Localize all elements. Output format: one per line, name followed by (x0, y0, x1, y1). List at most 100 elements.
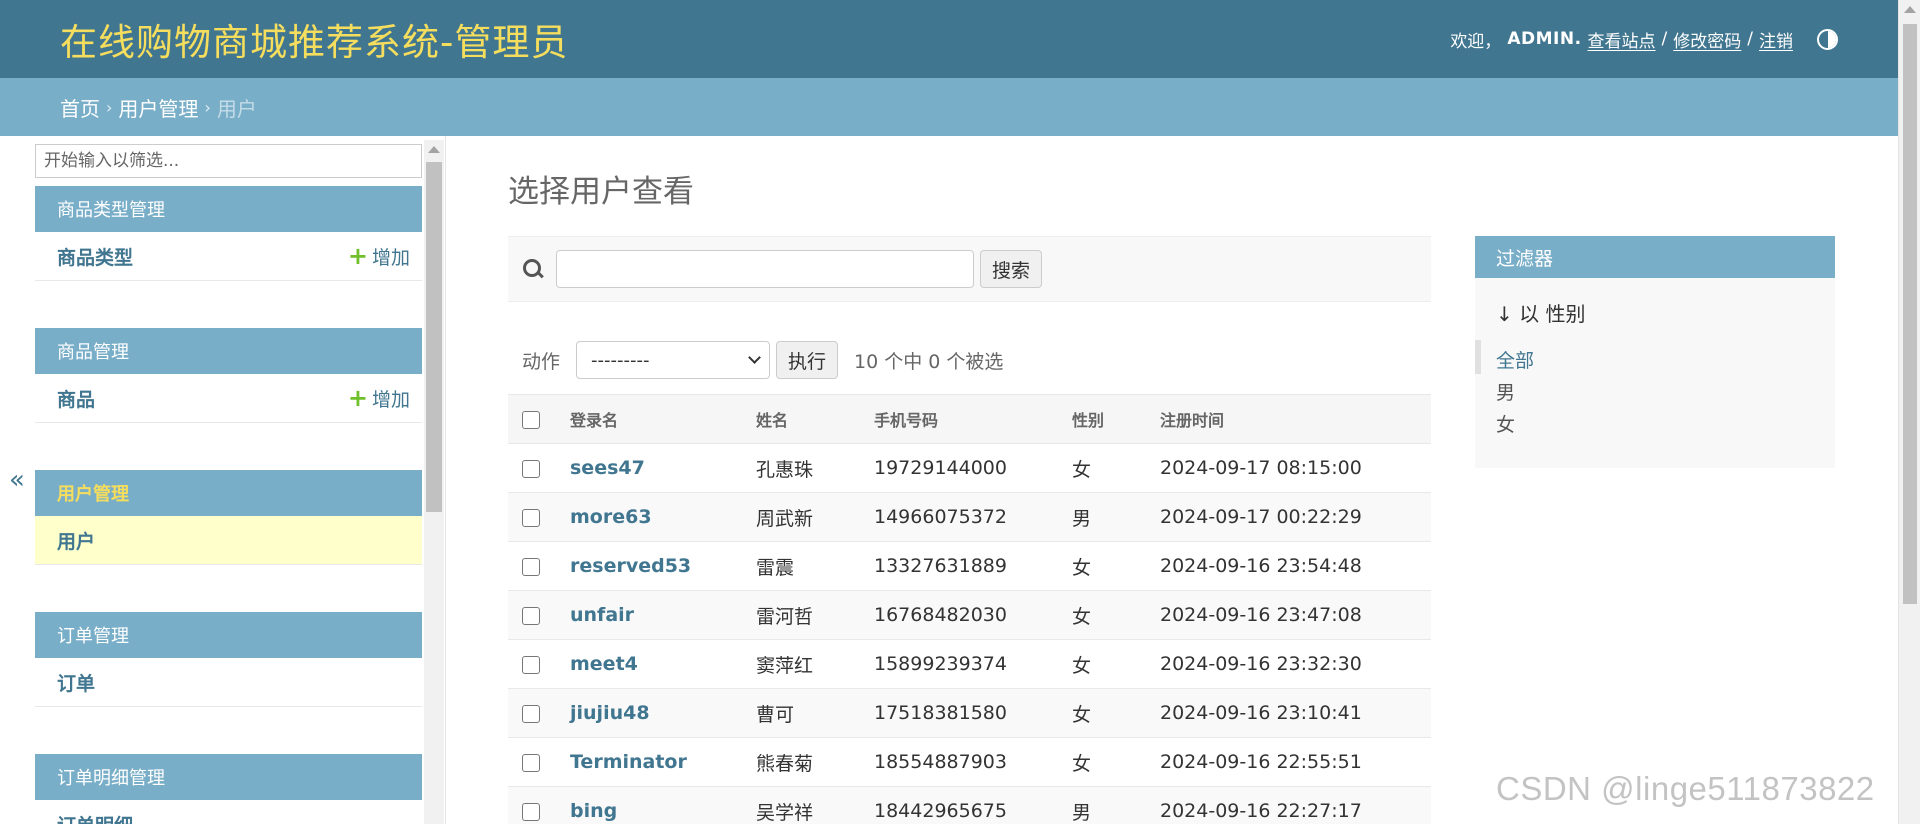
user-registered: 2024-09-16 22:55:51 (1160, 737, 1431, 787)
row-checkbox[interactable] (522, 459, 540, 478)
user-login-link[interactable]: more63 (570, 492, 756, 542)
add-product-button[interactable]: + 增加 (348, 385, 410, 412)
user-registered: 2024-09-17 00:22:29 (1160, 492, 1431, 542)
user-login-link[interactable]: sees47 (570, 443, 756, 493)
row-checkbox[interactable] (522, 802, 540, 821)
column-header-login[interactable]: 登录名 (570, 394, 756, 444)
view-site-link[interactable]: 查看站点 (1588, 27, 1656, 52)
user-phone: 14966075372 (874, 492, 1072, 542)
user-login-link[interactable]: reserved53 (570, 541, 756, 591)
user-phone: 15899239374 (874, 639, 1072, 689)
filter-option-male[interactable]: 男 (1496, 378, 1515, 405)
row-checkbox[interactable] (522, 753, 540, 772)
add-label: 增加 (371, 388, 410, 411)
user-registered: 2024-09-17 08:15:00 (1160, 443, 1431, 493)
model-link[interactable]: 商品 (57, 385, 95, 412)
user-tools: 欢迎， ADMIN. 查看站点 / 修改密码 / 注销 (1450, 27, 1838, 52)
model-link[interactable]: 用户 (57, 527, 95, 554)
sidebar-scrollbar[interactable] (424, 140, 444, 824)
add-product-type-button[interactable]: + 增加 (348, 243, 410, 270)
action-select[interactable]: --------- (576, 341, 771, 379)
actions-bar: 动作 --------- 执行 10 个中 0 个被选 (508, 340, 1431, 380)
breadcrumb-app[interactable]: 用户管理 (118, 93, 198, 122)
separator: / (1661, 29, 1668, 49)
model-link[interactable]: 商品类型 (57, 243, 133, 270)
row-select-cell (508, 541, 570, 591)
module-caption[interactable]: 商品管理 (35, 328, 422, 374)
search-input[interactable] (556, 250, 974, 288)
filter-option-all[interactable]: 全部 (1496, 346, 1534, 373)
row-checkbox[interactable] (522, 606, 540, 625)
row-select-cell (508, 639, 570, 689)
row-checkbox[interactable] (522, 655, 540, 674)
sidebar-item-order: 订单 (35, 658, 422, 707)
sidebar-collapse-button[interactable]: « (0, 136, 34, 824)
search-toolbar: 搜索 (508, 236, 1431, 302)
user-login-link[interactable]: meet4 (570, 639, 756, 689)
separator: / (1747, 29, 1753, 49)
username: ADMIN. (1507, 29, 1581, 49)
breadcrumb-home[interactable]: 首页 (60, 93, 100, 122)
row-checkbox[interactable] (522, 557, 540, 576)
user-name: 雷震 (756, 541, 874, 591)
model-link[interactable]: 订单明细 (57, 811, 133, 824)
user-registered: 2024-09-16 23:32:30 (1160, 639, 1431, 689)
user-login-link[interactable]: jiujiu48 (570, 688, 756, 738)
user-login-link[interactable]: bing (570, 786, 756, 824)
page-scrollbar[interactable] (1898, 0, 1920, 824)
user-gender: 男 (1072, 786, 1160, 824)
column-header-gender[interactable]: 性别 (1072, 394, 1160, 444)
module-caption[interactable]: 用户管理 (35, 470, 422, 516)
user-phone: 16768482030 (874, 590, 1072, 640)
model-link[interactable]: 订单 (57, 669, 95, 696)
header: 在线购物商城推荐系统-管理员 欢迎， ADMIN. 查看站点 / 修改密码 / … (0, 0, 1898, 78)
selection-counter: 10 个中 0 个被选 (854, 350, 1004, 373)
filter-caption: 过滤器 (1475, 236, 1835, 278)
plus-icon: + (347, 242, 368, 270)
user-name: 窦萍红 (756, 639, 874, 689)
user-gender: 女 (1072, 590, 1160, 640)
select-all-checkbox[interactable] (522, 410, 540, 429)
page-scrollbar-thumb[interactable] (1903, 24, 1917, 604)
sidebar-item-product: 商品 + 增加 (35, 374, 422, 423)
row-checkbox[interactable] (522, 508, 540, 527)
user-login-link[interactable]: unfair (570, 590, 756, 640)
user-name: 吴学祥 (756, 786, 874, 824)
scroll-up-icon[interactable] (1904, 6, 1916, 13)
change-password-link[interactable]: 修改密码 (1673, 27, 1741, 52)
user-login-link[interactable]: Terminator (570, 737, 756, 787)
nav-filter-input[interactable] (35, 144, 422, 178)
scroll-up-icon[interactable] (428, 146, 440, 153)
user-phone: 18554887903 (874, 737, 1072, 787)
module-order: 订单管理 订单 (35, 612, 422, 707)
theme-toggle-icon[interactable] (1817, 28, 1838, 50)
row-checkbox[interactable] (522, 704, 540, 723)
column-header-phone[interactable]: 手机号码 (874, 394, 1072, 444)
filter-selected-marker (1475, 340, 1481, 374)
sidebar-scrollbar-thumb[interactable] (426, 162, 442, 512)
add-label: 增加 (371, 246, 410, 269)
module-caption[interactable]: 订单明细管理 (35, 754, 422, 800)
user-name: 孔惠珠 (756, 443, 874, 493)
user-registered: 2024-09-16 23:47:08 (1160, 590, 1431, 640)
filter-by-gender-label: ↓ 以 性别 (1496, 302, 1586, 326)
search-button[interactable]: 搜索 (980, 250, 1043, 288)
username-text: ADMIN (1507, 29, 1575, 49)
sidebar-item-user: 用户 (35, 516, 422, 565)
run-action-button[interactable]: 执行 (776, 341, 839, 379)
site-title[interactable]: 在线购物商城推荐系统-管理员 (60, 12, 568, 66)
breadcrumb-current: 用户 (216, 96, 257, 121)
module-caption[interactable]: 商品类型管理 (35, 186, 422, 232)
column-header-registered[interactable]: 注册时间 (1160, 394, 1431, 444)
module-user: 用户管理 用户 (35, 470, 422, 565)
filter-panel: 过滤器 ↓ 以 性别 全部 男 女 (1475, 236, 1835, 468)
action-select-value: --------- (591, 349, 650, 371)
module-caption[interactable]: 订单管理 (35, 612, 422, 658)
table-row: bing 吴学祥 18442965675 男 2024-09-16 22:27:… (508, 786, 1431, 824)
logout-link[interactable]: 注销 (1759, 27, 1793, 52)
user-registered: 2024-09-16 22:27:17 (1160, 786, 1431, 824)
table-row: more63 周武新 14966075372 男 2024-09-17 00:2… (508, 492, 1431, 542)
column-header-name[interactable]: 姓名 (756, 394, 874, 444)
sidebar-nav: 商品类型管理 商品类型 +增加 商品管理 商品 +增加 用户管理 用户 订单管理… (34, 136, 446, 824)
filter-option-female[interactable]: 女 (1496, 410, 1515, 437)
